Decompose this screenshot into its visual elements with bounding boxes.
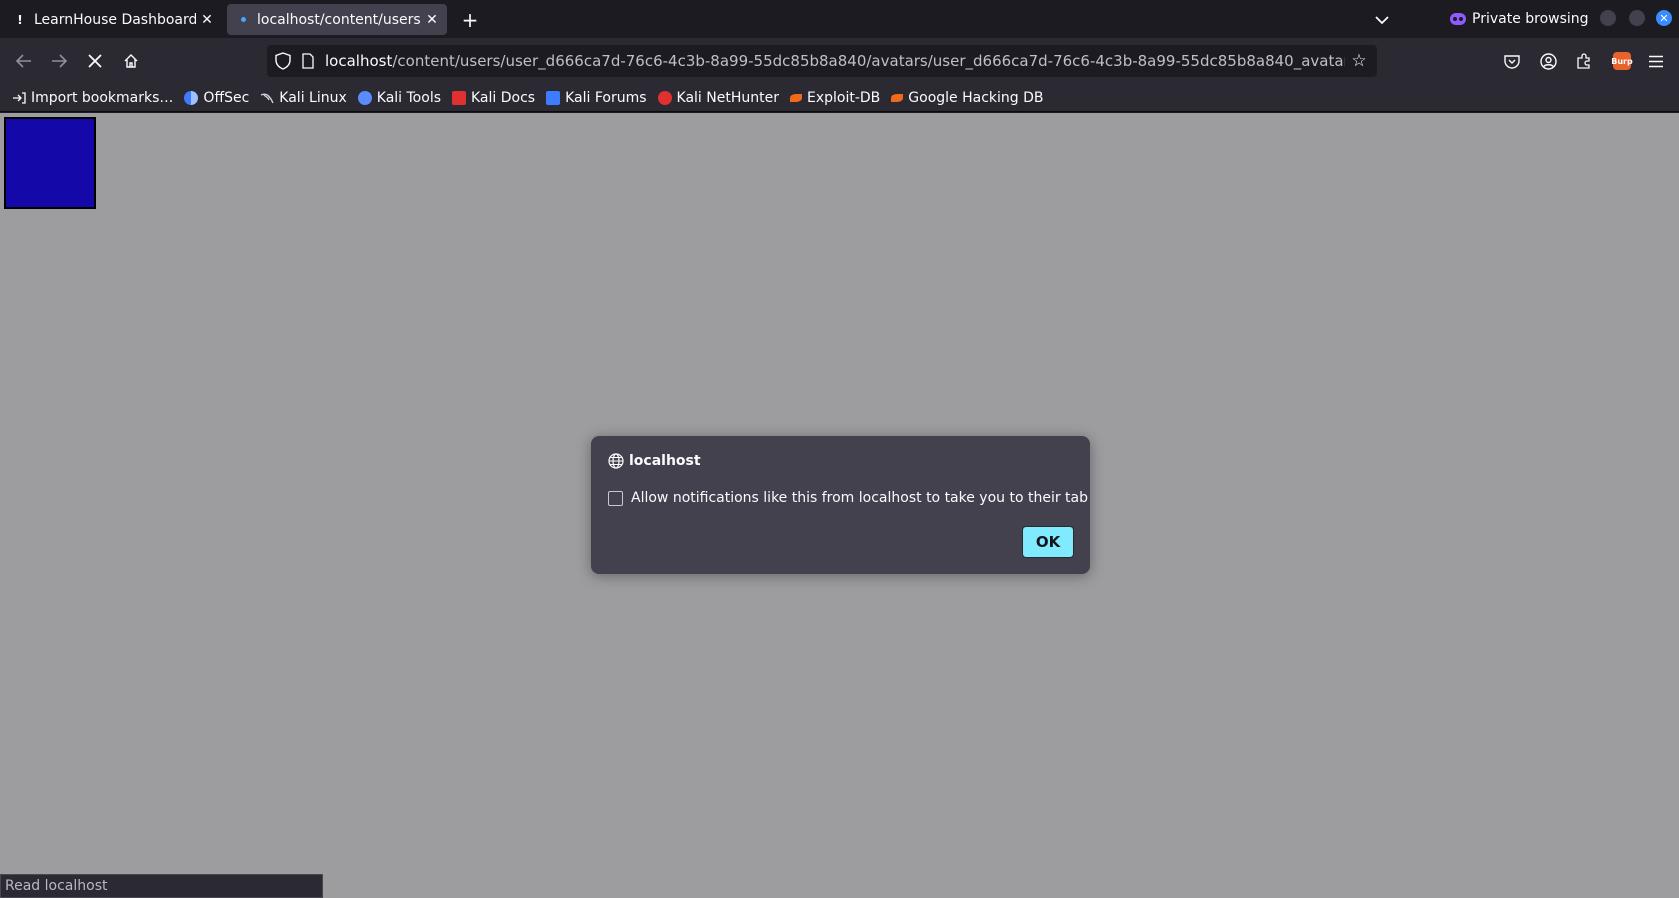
private-browsing-indicator: Private browsing [1450,7,1589,31]
back-arrow-icon [16,54,31,68]
close-tab-icon[interactable]: ✕ [196,9,218,31]
puzzle-icon [1577,53,1590,69]
globe-icon [608,453,624,469]
allow-focus-switch-checkbox[interactable] [608,490,623,506]
home-button[interactable] [117,47,145,75]
bookmark-ghdb[interactable]: Google Hacking DB [891,89,1044,106]
tab-title: LearnHouse Dashboard [34,11,196,28]
tab-title: localhost/content/users/u [257,11,421,28]
bookmark-label: Kali NetHunter [676,89,779,106]
status-panel: Read localhost [0,874,323,898]
bookmark-label: Kali Tools [376,89,441,106]
private-mask-icon [1450,13,1466,25]
kali-forums-icon [546,90,561,105]
kali-tools-icon [357,90,372,105]
learnhouse-icon: ! [17,12,23,27]
kali-docs-icon [452,90,466,105]
bookmark-label: Kali Linux [279,89,347,106]
app-menu-button[interactable] [1644,49,1668,73]
import-icon [13,91,26,104]
nethunter-icon [657,90,672,105]
avatar-image [4,117,96,209]
bookmark-kali-forums[interactable]: Kali Forums [546,89,647,106]
bookmark-label: Google Hacking DB [908,89,1044,106]
hamburger-menu-icon [1649,55,1663,67]
dialog-header: localhost [608,453,701,469]
tracking-protection-shield-icon[interactable] [275,52,291,70]
burp-extension-icon[interactable]: Burp [1611,52,1633,70]
stop-x-icon [88,54,102,68]
checkbox-label: Allow notifications like this from local… [631,490,1089,506]
bookmark-kali-tools[interactable]: Kali Tools [357,89,441,106]
ok-button[interactable]: OK [1022,526,1074,558]
page-info-icon[interactable] [301,53,315,69]
offsec-icon [184,90,199,105]
bookmarks-toolbar: Import bookmarks… OffSec Kali Linux Kali… [0,84,1679,112]
stop-loading-button[interactable] [81,47,109,75]
loading-dot-icon [237,13,249,27]
account-button[interactable] [1536,49,1560,73]
tab-modal-alert-dialog: localhost Allow notifications like this … [591,436,1090,574]
url-text: localhost/content/users/user_d666ca7d-76… [325,52,1345,70]
address-bar[interactable]: localhost/content/users/user_d666ca7d-76… [267,45,1377,77]
list-all-tabs-button[interactable] [1370,8,1394,32]
forward-button[interactable] [45,47,73,75]
pocket-icon [1504,54,1520,69]
back-button[interactable] [10,47,38,75]
bookmark-exploit-db[interactable]: Exploit-DB [789,89,881,106]
extensions-button[interactable] [1572,49,1596,73]
bookmark-offsec[interactable]: OffSec [184,90,249,106]
tab-strip: ! LearnHouse Dashboard ✕ localhost/conte… [0,0,1679,38]
new-tab-button[interactable]: + [458,8,482,32]
chevron-down-icon [1375,15,1389,24]
bookmark-kali-nethunter[interactable]: Kali NetHunter [657,89,779,106]
maximize-button[interactable] [1629,10,1645,26]
bookmark-label: Kali Docs [471,89,536,106]
account-icon [1539,52,1557,70]
home-icon [124,54,138,68]
bookmark-label: OffSec [203,89,250,106]
kali-icon [260,92,274,103]
forward-arrow-icon [52,54,67,68]
bookmark-label: Kali Forums [565,89,647,106]
tab-learnhouse-dashboard[interactable]: ! LearnHouse Dashboard ✕ [4,4,222,35]
bookmark-import[interactable]: Import bookmarks… [12,90,173,106]
allow-focus-switch-checkbox-row[interactable]: Allow notifications like this from local… [608,490,1088,506]
minimize-button[interactable] [1600,10,1616,26]
bookmark-label: Import bookmarks… [31,89,174,106]
exploit-db-icon [789,93,802,102]
bookmark-label: Exploit-DB [806,89,881,106]
navigation-toolbar: localhost/content/users/user_d666ca7d-76… [0,38,1679,84]
ghdb-icon [891,93,904,102]
close-tab-icon[interactable]: ✕ [421,9,443,31]
pocket-button[interactable] [1500,49,1524,73]
dialog-origin: localhost [629,453,701,469]
tab-localhost-avatar[interactable]: localhost/content/users/u ✕ [227,4,447,35]
close-window-button[interactable]: ✕ [1656,10,1672,26]
bookmark-kali-linux[interactable]: Kali Linux [260,89,347,106]
bookmark-star-icon[interactable]: ☆ [1345,51,1373,71]
private-browsing-label: Private browsing [1472,11,1589,27]
bookmark-kali-docs[interactable]: Kali Docs [452,90,535,106]
